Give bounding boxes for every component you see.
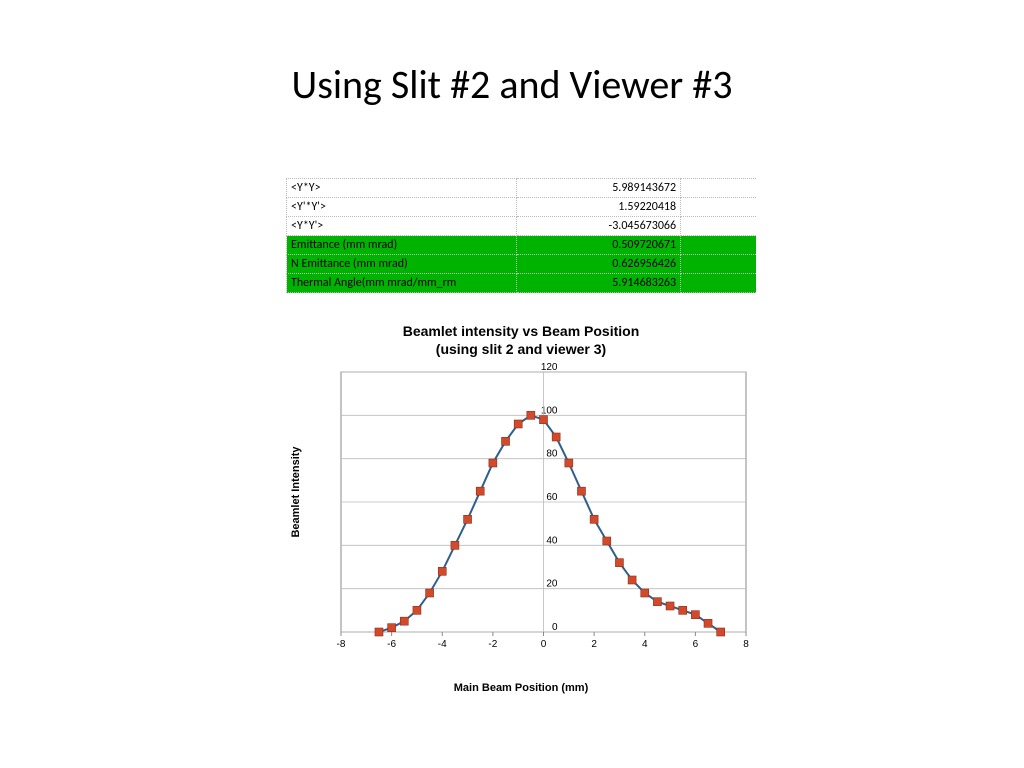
param-label: N Emittance (mm mrad) [287,255,517,274]
x-axis-label: Main Beam Position (mm) [286,682,756,694]
chart-title-line1: Beamlet intensity vs Beam Position [403,323,640,339]
svg-text:0: 0 [541,639,547,650]
svg-text:120: 120 [541,362,558,373]
content-block: <Y*Y>5.989143672<Y'*Y'>1.59220418<Y*Y'>-… [286,178,756,683]
table-row: <Y'*Y'>1.59220418 [287,198,757,217]
param-label: Emittance (mm mrad) [287,236,517,255]
blank-cell [681,236,756,255]
svg-text:-2: -2 [488,639,497,650]
plot-svg: 020406080100120-8-6-4-202468 [286,362,756,672]
plot-area: Beamlet Intensity 020406080100120-8-6-4-… [286,362,756,662]
svg-text:-8: -8 [337,639,346,650]
chart: Beamlet intensity vs Beam Position (usin… [286,323,756,683]
param-value: 0.626956426 [517,255,681,274]
blank-cell [681,274,756,293]
param-value: 1.59220418 [517,198,681,217]
blank-cell [681,255,756,274]
param-label: Thermal Angle(mm mrad/mm_rm [287,274,517,293]
svg-text:20: 20 [546,579,558,590]
param-value: -3.045673066 [517,217,681,236]
param-value: 5.914683263 [517,274,681,293]
slide: Using Slit #2 and Viewer #3 <Y*Y>5.98914… [0,0,1024,768]
svg-text:2: 2 [591,639,597,650]
svg-text:-6: -6 [387,639,396,650]
svg-text:60: 60 [546,492,558,503]
table-row: <Y*Y>5.989143672 [287,179,757,198]
blank-cell [681,217,756,236]
svg-text:-4: -4 [438,639,447,650]
param-label: <Y'*Y'> [287,198,517,217]
svg-text:8: 8 [743,639,749,650]
parameter-table: <Y*Y>5.989143672<Y'*Y'>1.59220418<Y*Y'>-… [286,178,756,309]
blank-cell [681,179,756,198]
svg-text:40: 40 [546,535,558,546]
param-value: 0.509720671 [517,236,681,255]
svg-text:6: 6 [693,639,699,650]
chart-title-line2: (using slit 2 and viewer 3) [436,341,606,357]
table-row: Emittance (mm mrad)0.509720671 [287,236,757,255]
param-label: <Y*Y> [287,179,517,198]
table-row: Thermal Angle(mm mrad/mm_rm5.914683263 [287,274,757,293]
svg-text:80: 80 [546,449,558,460]
param-label: <Y*Y'> [287,217,517,236]
chart-title: Beamlet intensity vs Beam Position (usin… [286,323,756,358]
table-row: N Emittance (mm mrad)0.626956426 [287,255,757,274]
svg-text:4: 4 [642,639,648,650]
page-title: Using Slit #2 and Viewer #3 [0,60,1024,109]
table-row: <Y*Y'>-3.045673066 [287,217,757,236]
blank-cell [681,198,756,217]
param-value: 5.989143672 [517,179,681,198]
svg-text:0: 0 [552,622,558,633]
